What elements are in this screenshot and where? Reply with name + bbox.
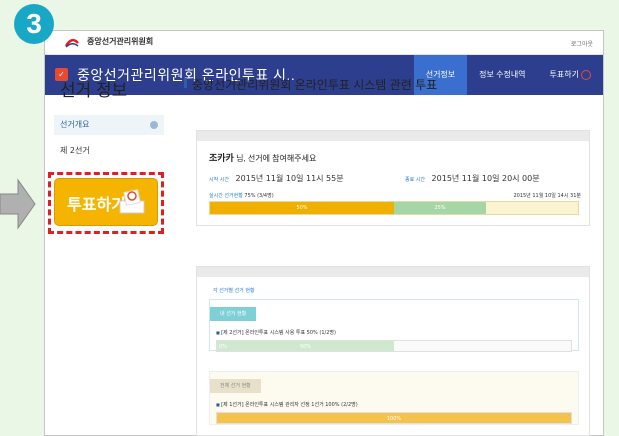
sections-heading: 각 선거별 선거 현황 — [213, 288, 255, 294]
tab-my-election[interactable]: 내 선거 현황 — [210, 307, 257, 321]
start-time-label: 시작 시간 — [209, 177, 229, 183]
sidebar-item-overview[interactable]: 선거개요 — [54, 115, 164, 135]
main-content: 중앙선거관리위원회 온라인투표 시스템 관련 투표 — [184, 76, 596, 93]
progress-segment-partial: 25% — [394, 202, 486, 214]
end-time-label: 종료 시간 — [405, 177, 425, 183]
sidebar-item-election[interactable]: 제 2선거 — [60, 145, 164, 156]
card-header-band — [197, 131, 589, 141]
org-name: 중앙선거관리위원회 — [87, 37, 154, 46]
all-election-box: 전체 선거 현황 [제 1선거] 온라인투표 시스템 관리자 선정 1선거 10… — [209, 371, 579, 425]
card-header-band — [197, 267, 589, 277]
rate-label: 실시간 선거현황 — [209, 193, 243, 199]
ballot-box-icon — [119, 189, 145, 214]
my-election-bar: 0% 50% — [216, 340, 572, 352]
logo-icon — [65, 38, 79, 48]
turnout-progress-bar: 50% 25% — [209, 201, 579, 215]
sidebar: 선거 정보 선거개요 제 2선거 — [54, 76, 164, 156]
page-title: 중앙선거관리위원회 온라인투표 시스템 관련 투표 — [184, 76, 596, 93]
rate-row: 실시간 선거현황 75% (3/4명) — [209, 192, 274, 199]
top-bar: 중앙선거관리위원회 로그아웃 — [45, 31, 603, 55]
all-election-line: [제 1선거] 온라인투표 시스템 관리자 선정 1선거 100% (2/2명) — [216, 401, 578, 408]
user-name: 조카카 — [209, 153, 234, 163]
all-election-fill: 100% — [217, 413, 571, 423]
end-time-value: 2015년 11월 10일 20시 00분 — [431, 174, 540, 183]
tab-all-election[interactable]: 전체 선거 현황 — [210, 379, 261, 393]
step-badge: 3 — [14, 4, 54, 44]
rate-value: 75% (3/4명) — [244, 193, 274, 199]
end-time-row: 종료 시간 2015년 11월 10일 20시 00분 — [405, 173, 540, 184]
my-election-box: 내 선거 현황 [제 2선거] 온라인투표 시스템 사용 투표 50% (1/2… — [209, 299, 579, 352]
election-status-card: 조카카 님, 선거에 참여해주세요 시작 시간 2015년 11월 10일 11… — [196, 130, 590, 226]
my-election-line: [제 2선거] 온라인투표 시스템 사용 투표 50% (1/2명) — [216, 329, 578, 336]
circle-icon — [150, 121, 158, 129]
greeting: 조카카 님, 선거에 참여해주세요 — [209, 151, 316, 164]
rate-timestamp: 2015년 11월 10일 14시 31분 — [513, 193, 581, 199]
logout-link[interactable]: 로그아웃 — [571, 39, 593, 48]
sidebar-item-overview-label: 선거개요 — [60, 120, 90, 129]
start-time-row: 시작 시간 2015년 11월 10일 11시 55분 — [209, 173, 344, 184]
sidebar-title: 선거 정보 — [60, 81, 128, 100]
start-time-value: 2015년 11월 10일 11시 55분 — [235, 174, 344, 183]
greeting-text: 님, 선거에 참여해주세요 — [236, 154, 317, 163]
vote-button[interactable]: 투표하기 — [54, 178, 158, 226]
progress-segment-voted: 50% — [210, 202, 394, 214]
sections-card: 각 선거별 선거 현황 내 선거 현황 [제 2선거] 온라인투표 시스템 사용… — [196, 266, 590, 436]
right-arrow-icon — [0, 178, 36, 230]
all-election-bar: 100% — [216, 412, 572, 424]
my-election-mid-label: 50% — [299, 344, 312, 350]
